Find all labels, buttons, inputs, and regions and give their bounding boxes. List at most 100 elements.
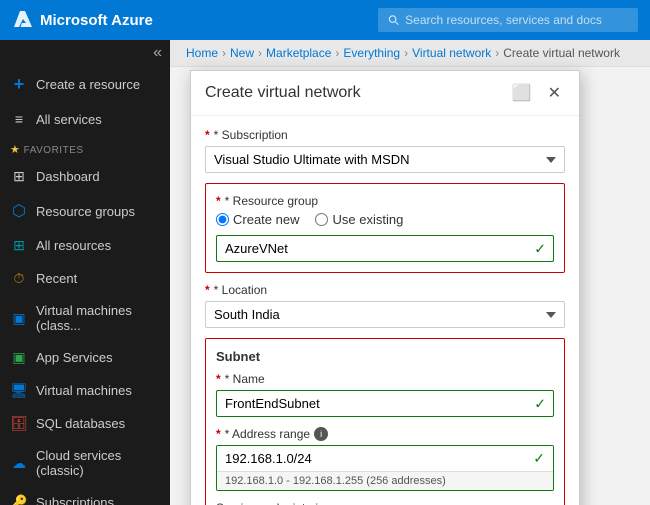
search-icon — [388, 14, 399, 26]
dialog-title: Create virtual network — [205, 84, 361, 102]
breadcrumb-current: Create virtual network — [503, 46, 620, 60]
subscription-field: * * Subscription Visual Studio Ultimate … — [205, 128, 565, 173]
sidebar-item-label: Create a resource — [36, 77, 140, 92]
service-endpoints-info-icon: i — [315, 501, 318, 505]
address-range-input[interactable] — [217, 446, 533, 471]
address-range-hint: 192.168.1.0 - 192.168.1.255 (256 address… — [217, 471, 553, 490]
sidebar-item-subscriptions[interactable]: 🔑 Subscriptions — [0, 486, 170, 505]
sidebar-item-all-resources[interactable]: ⊞ All resources — [0, 229, 170, 262]
subscription-select[interactable]: Visual Studio Ultimate with MSDN — [205, 146, 565, 173]
breadcrumb-sep-3: › — [335, 46, 339, 60]
subnet-title: Subnet — [216, 349, 554, 364]
main-layout: « + Create a resource ≡ All services ★ F… — [0, 40, 650, 505]
use-existing-radio-label[interactable]: Use existing — [315, 212, 403, 227]
subscriptions-icon: 🔑 — [10, 494, 28, 505]
location-select[interactable]: South India — [205, 301, 565, 328]
breadcrumb-home[interactable]: Home — [186, 46, 218, 60]
address-range-field: * * Address range i ✓ 192.168.1.0 - 192.… — [216, 427, 554, 491]
subnet-name-label: * * Name — [216, 372, 554, 386]
sidebar-item-label: App Services — [36, 350, 113, 365]
sidebar-item-dashboard[interactable]: ⊞ Dashboard — [0, 160, 170, 193]
sidebar-item-virtual-machines[interactable]: 🖥 Virtual machines — [0, 374, 170, 407]
subnet-name-field: * * Name ✓ — [216, 372, 554, 417]
star-icon: ★ — [10, 144, 20, 156]
sidebar-item-recent[interactable]: ⏱ Recent — [0, 262, 170, 295]
breadcrumb-virtual-network[interactable]: Virtual network — [412, 46, 491, 60]
minimize-icon[interactable]: ⬜ — [508, 81, 536, 105]
vm-icon: 🖥 — [10, 382, 28, 399]
address-range-box: ✓ 192.168.1.0 - 192.168.1.255 (256 addre… — [216, 445, 554, 491]
dialog-controls: ⬜ ✕ — [508, 81, 565, 105]
breadcrumb-everything[interactable]: Everything — [343, 46, 400, 60]
close-icon[interactable]: ✕ — [544, 81, 565, 105]
address-range-label: * * Address range i — [216, 427, 554, 441]
azure-logo-text: Microsoft Azure — [40, 12, 153, 29]
sidebar-item-resource-groups[interactable]: ⬡ Resource groups — [0, 193, 170, 229]
top-bar: Microsoft Azure — [0, 0, 650, 40]
resource-group-input[interactable] — [216, 235, 554, 262]
sidebar-item-label: Subscriptions — [36, 495, 114, 505]
resource-group-radio-group: Create new Use existing — [216, 212, 554, 227]
breadcrumb-sep-5: › — [495, 46, 499, 60]
list-icon: ≡ — [10, 111, 28, 127]
search-bar-container[interactable] — [378, 8, 638, 32]
vm-class-icon: ▣ — [10, 310, 28, 327]
collapse-icon[interactable]: « — [153, 44, 162, 62]
dialog-body: * * Subscription Visual Studio Ultimate … — [191, 116, 579, 505]
azure-logo-icon — [12, 9, 34, 31]
cloud-icon: ☁ — [10, 455, 28, 472]
breadcrumb-sep-1: › — [222, 46, 226, 60]
sidebar-item-label: All services — [36, 112, 102, 127]
azure-logo: Microsoft Azure — [12, 9, 153, 31]
info-icon: i — [314, 427, 328, 441]
subnet-name-input[interactable] — [216, 390, 554, 417]
search-input[interactable] — [405, 13, 628, 27]
breadcrumb-sep-2: › — [258, 46, 262, 60]
all-resources-icon: ⊞ — [10, 237, 28, 254]
sidebar-item-label: All resources — [36, 238, 111, 253]
sidebar-item-label: Virtual machines — [36, 383, 132, 398]
resource-groups-icon: ⬡ — [10, 201, 28, 221]
check-icon-address: ✓ — [533, 450, 553, 467]
plus-icon: + — [10, 74, 28, 95]
app-services-icon: ▣ — [10, 349, 28, 366]
breadcrumb-sep-4: › — [404, 46, 408, 60]
subnet-name-input-wrapper: ✓ — [216, 390, 554, 417]
location-label: * * Location — [205, 283, 565, 297]
sidebar-item-label: Virtual machines (class... — [36, 303, 160, 333]
sidebar-item-app-services[interactable]: ▣ App Services — [0, 341, 170, 374]
breadcrumb-new[interactable]: New — [230, 46, 254, 60]
sidebar-item-sql-databases[interactable]: 🗄 SQL databases — [0, 407, 170, 440]
dashboard-icon: ⊞ — [10, 168, 28, 185]
resource-group-label: * * Resource group — [216, 194, 554, 208]
use-existing-radio[interactable] — [315, 213, 328, 226]
content-area: Home › New › Marketplace › Everything › … — [170, 40, 650, 505]
resource-group-input-wrapper: ✓ — [216, 235, 554, 262]
sidebar-item-label: SQL databases — [36, 416, 125, 431]
sidebar-item-all-services[interactable]: ≡ All services — [0, 103, 170, 135]
location-field: * * Location South India — [205, 283, 565, 328]
sidebar-item-label: Cloud services (classic) — [36, 448, 160, 478]
create-new-radio-label[interactable]: Create new — [216, 212, 299, 227]
sidebar-item-create-resource[interactable]: + Create a resource — [0, 66, 170, 103]
create-vnet-dialog: Create virtual network ⬜ ✕ * * Subscript… — [190, 70, 580, 505]
breadcrumb-marketplace[interactable]: Marketplace — [266, 46, 331, 60]
recent-icon: ⏱ — [10, 270, 28, 287]
service-endpoints-label: Service endpoints i — [216, 501, 554, 505]
sidebar-collapse[interactable]: « — [0, 40, 170, 66]
subnet-section: Subnet * * Name ✓ — [205, 338, 565, 505]
check-icon-subnet: ✓ — [534, 395, 546, 412]
subscription-label: * * Subscription — [205, 128, 565, 142]
favorites-label: ★ FAVORITES — [0, 135, 170, 160]
create-new-radio[interactable] — [216, 213, 229, 226]
sql-icon: 🗄 — [10, 415, 28, 432]
sidebar-item-label: Resource groups — [36, 204, 135, 219]
sidebar-item-label: Dashboard — [36, 169, 100, 184]
sidebar-item-cloud-services[interactable]: ☁ Cloud services (classic) — [0, 440, 170, 486]
sidebar-item-virtual-machines-class[interactable]: ▣ Virtual machines (class... — [0, 295, 170, 341]
address-range-input-row: ✓ — [217, 446, 553, 471]
check-icon: ✓ — [534, 240, 546, 257]
dialog-header: Create virtual network ⬜ ✕ — [191, 71, 579, 116]
sidebar-item-label: Recent — [36, 271, 77, 286]
resource-group-section: * * Resource group Create new Use existi… — [205, 183, 565, 273]
